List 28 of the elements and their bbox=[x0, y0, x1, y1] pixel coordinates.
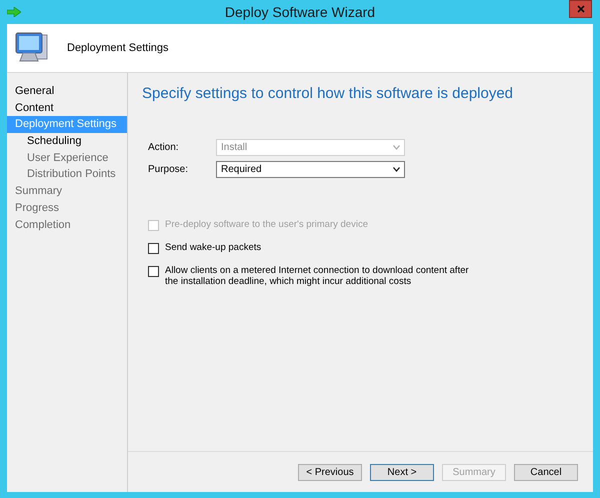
field-label: Action: bbox=[148, 142, 180, 153]
window-title: Deploy Software Wizard bbox=[224, 4, 376, 20]
dropdown[interactable]: Required bbox=[216, 161, 405, 178]
option-label: Allow clients on a metered Internet connection to download content after the installation deadline, which might incur additional costs bbox=[165, 265, 470, 287]
nav-item[interactable]: Summary bbox=[7, 183, 127, 200]
nav-item[interactable]: Content bbox=[7, 100, 127, 116]
nav-item[interactable]: Distribution Points bbox=[7, 166, 127, 184]
close-icon bbox=[576, 5, 584, 13]
nav-item[interactable]: Completion bbox=[7, 216, 127, 234]
arrow-icon bbox=[7, 7, 21, 17]
nav-item[interactable]: Deployment Settings bbox=[7, 116, 127, 134]
page-heading: Specify settings to control how this software is deployed bbox=[142, 85, 514, 102]
checkbox[interactable] bbox=[148, 243, 159, 254]
close-button[interactable] bbox=[569, 0, 592, 18]
option-label: Pre-deploy software to the user's primary device bbox=[165, 219, 369, 230]
checkbox[interactable] bbox=[148, 266, 159, 277]
wizard-button[interactable]: < Previous bbox=[298, 464, 362, 480]
wizard-button[interactable]: Next > bbox=[370, 464, 434, 480]
nav-item[interactable]: Progress bbox=[7, 200, 127, 216]
chevron-icon bbox=[393, 167, 400, 172]
wizard-button[interactable]: Cancel bbox=[514, 464, 578, 480]
option-label: Send wake-up packets bbox=[165, 242, 262, 253]
nav-item[interactable]: Scheduling bbox=[7, 133, 127, 150]
chevron-icon bbox=[393, 145, 400, 150]
field-label: Purpose: bbox=[148, 164, 190, 175]
nav-item[interactable]: User Experience bbox=[7, 150, 127, 166]
page-title: Deployment Settings bbox=[67, 42, 168, 54]
nav-item[interactable]: General bbox=[7, 83, 127, 100]
